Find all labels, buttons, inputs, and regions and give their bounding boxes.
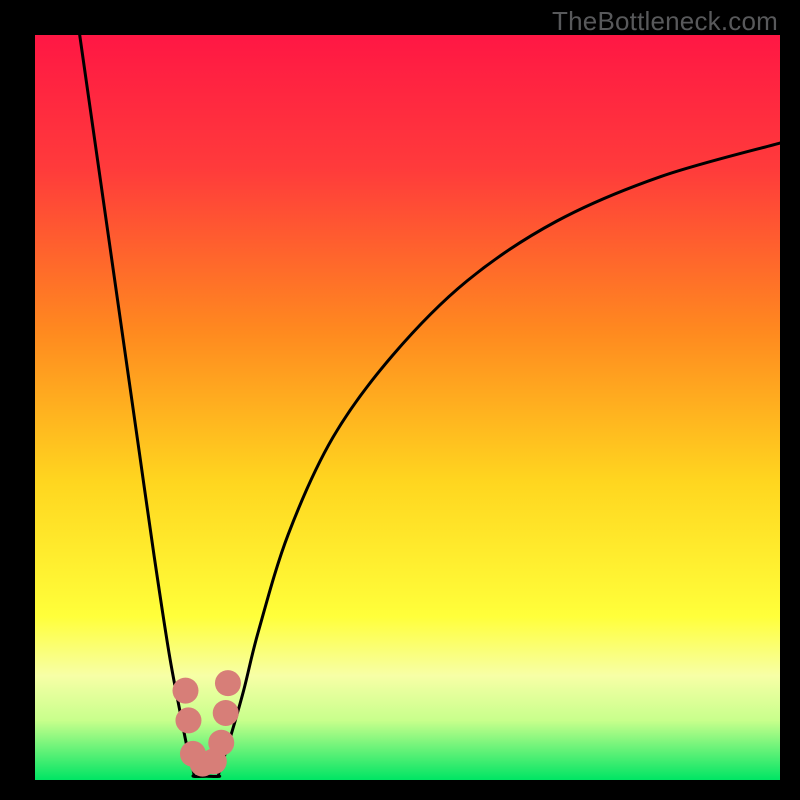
chart-svg bbox=[35, 35, 780, 780]
gradient-background bbox=[35, 35, 780, 780]
outer-frame: TheBottleneck.com bbox=[0, 0, 800, 800]
data-marker bbox=[175, 707, 201, 733]
watermark-text: TheBottleneck.com bbox=[552, 6, 778, 37]
data-marker bbox=[172, 678, 198, 704]
data-marker bbox=[213, 700, 239, 726]
data-marker bbox=[215, 670, 241, 696]
data-marker bbox=[208, 730, 234, 756]
chart-plot-area bbox=[35, 35, 780, 780]
